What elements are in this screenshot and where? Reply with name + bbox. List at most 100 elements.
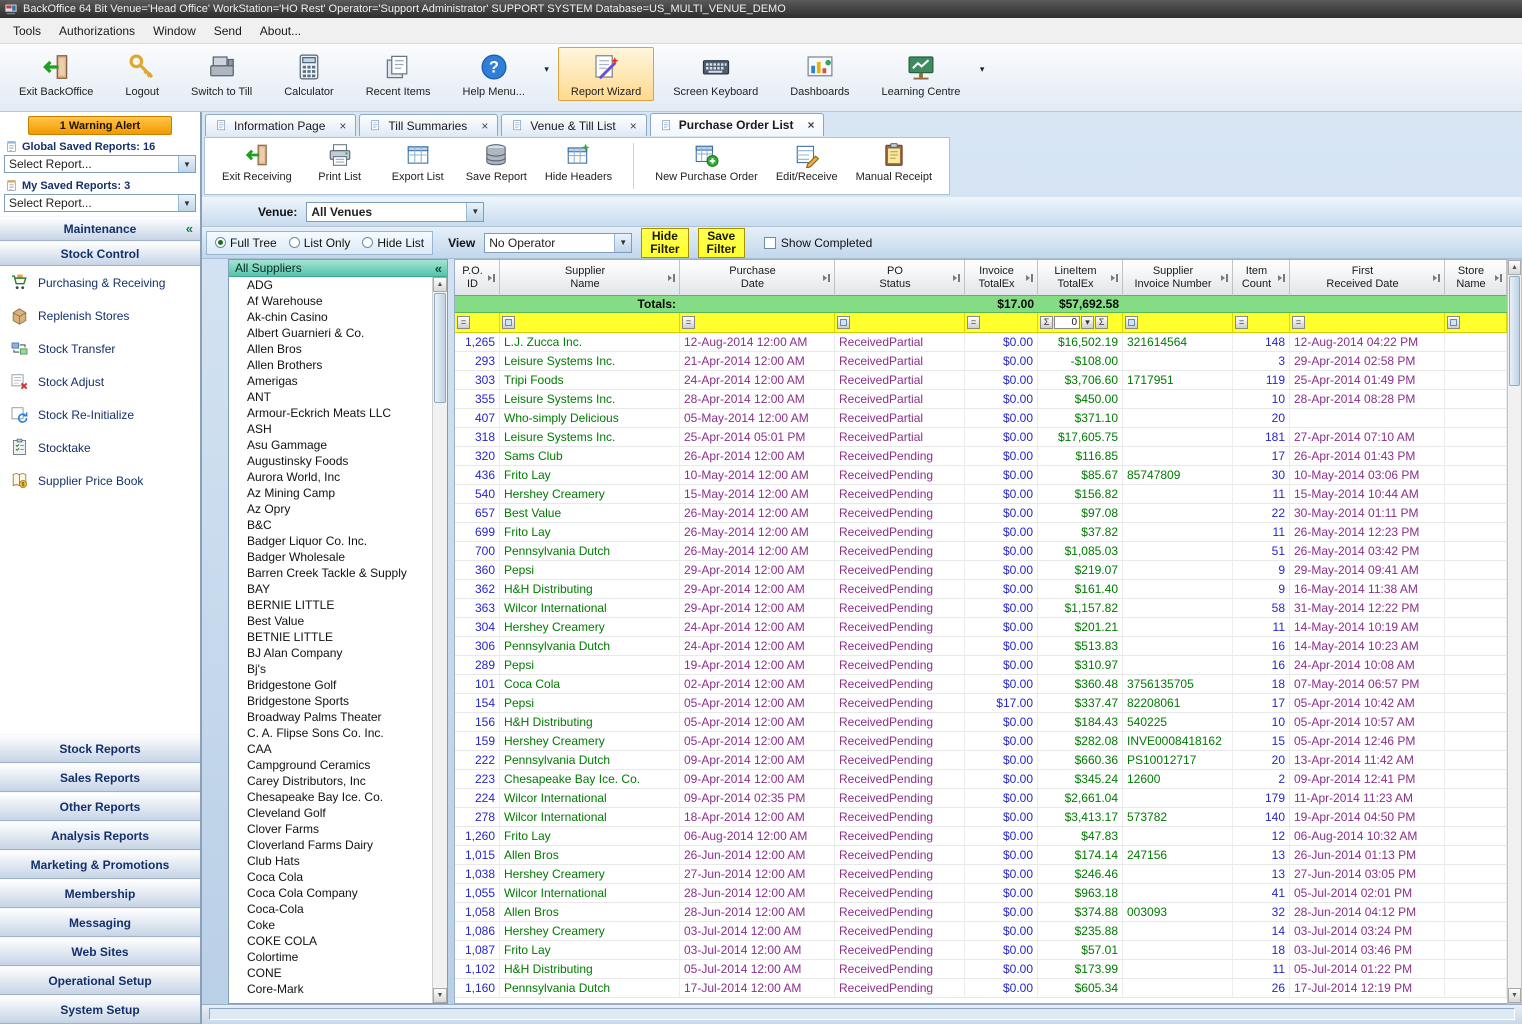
filter-aggregate-control[interactable]: Σ0▾Σ [1040,316,1108,329]
close-icon[interactable]: × [481,119,488,133]
supplier-item[interactable]: ASH [229,421,432,437]
filter-equals-icon[interactable]: = [457,316,470,329]
section-messaging[interactable]: Messaging [0,908,200,937]
supplier-item[interactable]: Amerigas [229,373,432,389]
sidebar-item-stock-adjust[interactable]: Stock Adjust [0,365,200,398]
column-header-lineitem-totalex[interactable]: LineItem TotalEx [1038,260,1123,296]
po-row[interactable]: 1,265L.J. Zucca Inc.12-Aug-2014 12:00 AM… [455,333,1507,352]
po-row[interactable]: 360Pepsi29-Apr-2014 12:00 AMReceivedPend… [455,561,1507,580]
po-row[interactable]: 1,086Hershey Creamery03-Jul-2014 12:00 A… [455,922,1507,941]
action-hide-headers[interactable]: Hide Headers [536,139,621,193]
chevron-down-icon[interactable]: ▼ [466,203,483,221]
column-header-invoice-totalex[interactable]: Invoice TotalEx [965,260,1038,296]
po-row[interactable]: 224Wilcor International09-Apr-2014 02:35… [455,789,1507,808]
column-header-first-received-date[interactable]: First Received Date [1290,260,1445,296]
scroll-up-icon[interactable]: ▲ [433,277,447,292]
supplier-item[interactable]: Bridgestone Golf [229,677,432,693]
filter-type-icon[interactable] [502,316,515,329]
supplier-item[interactable]: Carey Distributors, Inc [229,773,432,789]
supplier-item[interactable]: Clover Farms [229,821,432,837]
supplier-item[interactable]: Bridgestone Sports [229,693,432,709]
action-edit-receive[interactable]: Edit/Receive [767,139,847,193]
tab-venue-till-list[interactable]: Venue & Till List× [501,114,646,136]
radio-full-tree[interactable]: Full Tree [215,236,277,250]
section-analysis-reports[interactable]: Analysis Reports [0,821,200,850]
venue-select[interactable]: All Venues ▼ [306,202,484,222]
filter-type-icon[interactable] [1447,316,1460,329]
chevron-down-icon[interactable]: ▾ [1081,316,1094,329]
scroll-up-icon[interactable]: ▲ [1508,260,1521,275]
filter-equals-icon[interactable]: = [967,316,980,329]
po-row[interactable]: 407Who-simply Delicious05-May-2014 12:00… [455,409,1507,428]
po-row[interactable]: 657Best Value26-May-2014 12:00 AMReceive… [455,504,1507,523]
table-scrollbar[interactable]: ▲ ▼ [1507,259,1522,1004]
filter-equals-icon[interactable]: = [1235,316,1248,329]
close-icon[interactable]: × [630,119,637,133]
toolbar-report-wizard[interactable]: Report Wizard [558,47,654,101]
section-sales-reports[interactable]: Sales Reports [0,763,200,792]
po-row[interactable]: 278Wilcor International18-Apr-2014 12:00… [455,808,1507,827]
menu-send[interactable]: Send [205,19,251,43]
filter-equals-icon[interactable]: = [682,316,695,329]
supplier-tree-root[interactable]: All Suppliers « [229,260,447,277]
supplier-item[interactable]: Core-Mark [229,981,432,997]
supplier-item[interactable]: Colortime [229,949,432,965]
toolbar-screen-keyboard[interactable]: Screen Keyboard [660,47,771,101]
section-maintenance[interactable]: Maintenance « [0,216,200,241]
supplier-item[interactable]: COKE COLA [229,933,432,949]
sidebar-item-purchasing-receiving[interactable]: Purchasing & Receiving [0,266,200,299]
section-web-sites[interactable]: Web Sites [0,937,200,966]
po-row[interactable]: 318Leisure Systems Inc.25-Apr-2014 05:01… [455,428,1507,447]
po-row[interactable]: 293Leisure Systems Inc.21-Apr-2014 12:00… [455,352,1507,371]
supplier-item[interactable]: BAY [229,581,432,597]
supplier-item[interactable]: CONE [229,965,432,981]
po-row[interactable]: 223Chesapeake Bay Ice. Co.09-Apr-2014 12… [455,770,1507,789]
filter-type-icon[interactable] [837,316,850,329]
menu-about[interactable]: About... [251,19,310,43]
sidebar-item-replenish-stores[interactable]: Replenish Stores [0,299,200,332]
supplier-item[interactable]: Coke [229,917,432,933]
supplier-item[interactable]: Armour-Eckrich Meats LLC [229,405,432,421]
supplier-item[interactable]: Best Value [229,613,432,629]
toolbar-calculator[interactable]: Calculator [271,47,347,101]
po-row[interactable]: 303Tripi Foods24-Apr-2014 12:00 AMReceiv… [455,371,1507,390]
supplier-item[interactable]: Af Warehouse [229,293,432,309]
toolbar-dashboards[interactable]: Dashboards [777,47,862,101]
po-row[interactable]: 159Hershey Creamery05-Apr-2014 12:00 AMR… [455,732,1507,751]
section-membership[interactable]: Membership [0,879,200,908]
supplier-item[interactable]: Badger Wholesale [229,549,432,565]
section-stock-reports[interactable]: Stock Reports [0,734,200,763]
po-row[interactable]: 1,102H&H Distributing05-Jul-2014 12:00 A… [455,960,1507,979]
column-header-supplier-name[interactable]: Supplier Name [500,260,680,296]
action-new-purchase-order[interactable]: New Purchase Order [646,139,767,193]
po-row[interactable]: 699Frito Lay26-May-2014 12:00 AMReceived… [455,523,1507,542]
chevron-down-icon[interactable]: ▼ [614,234,631,252]
action-print-list[interactable]: Print List [301,139,379,193]
supplier-item[interactable]: Ak-chin Casino [229,309,432,325]
section-system-setup[interactable]: System Setup [0,995,200,1024]
supplier-item[interactable]: Bj's [229,661,432,677]
supplier-item[interactable]: BJ Alan Company [229,645,432,661]
supplier-item[interactable]: Club Hats [229,853,432,869]
column-header-po-status[interactable]: PO Status [835,260,965,296]
menu-authorizations[interactable]: Authorizations [50,19,144,43]
radio-list-only[interactable]: List Only [289,236,351,250]
section-other-reports[interactable]: Other Reports [0,792,200,821]
supplier-item[interactable]: Coca Cola [229,869,432,885]
column-header-store-name[interactable]: Store Name [1445,260,1507,296]
po-row[interactable]: 1,055Wilcor International28-Jun-2014 12:… [455,884,1507,903]
radio-hide-list[interactable]: Hide List [362,236,424,250]
sidebar-item-stocktake[interactable]: Stocktake [0,431,200,464]
po-row[interactable]: 1,160Pennsylvania Dutch17-Jul-2014 12:00… [455,979,1507,998]
global-report-select[interactable]: Select Report... ▼ [4,155,196,173]
close-icon[interactable]: × [807,118,814,132]
hide-filter-button[interactable]: Hide Filter [641,228,688,258]
supplier-item[interactable]: B&C [229,517,432,533]
po-row[interactable]: 1,015Allen Bros26-Jun-2014 12:00 AMRecei… [455,846,1507,865]
supplier-item[interactable]: Allen Brothers [229,357,432,373]
po-row[interactable]: 306Pennsylvania Dutch24-Apr-2014 12:00 A… [455,637,1507,656]
collapse-chevron-icon[interactable]: « [186,221,193,236]
save-filter-button[interactable]: Save Filter [698,228,745,258]
po-row[interactable]: 320Sams Club26-Apr-2014 12:00 AMReceived… [455,447,1507,466]
supplier-item[interactable]: Az Opry [229,501,432,517]
